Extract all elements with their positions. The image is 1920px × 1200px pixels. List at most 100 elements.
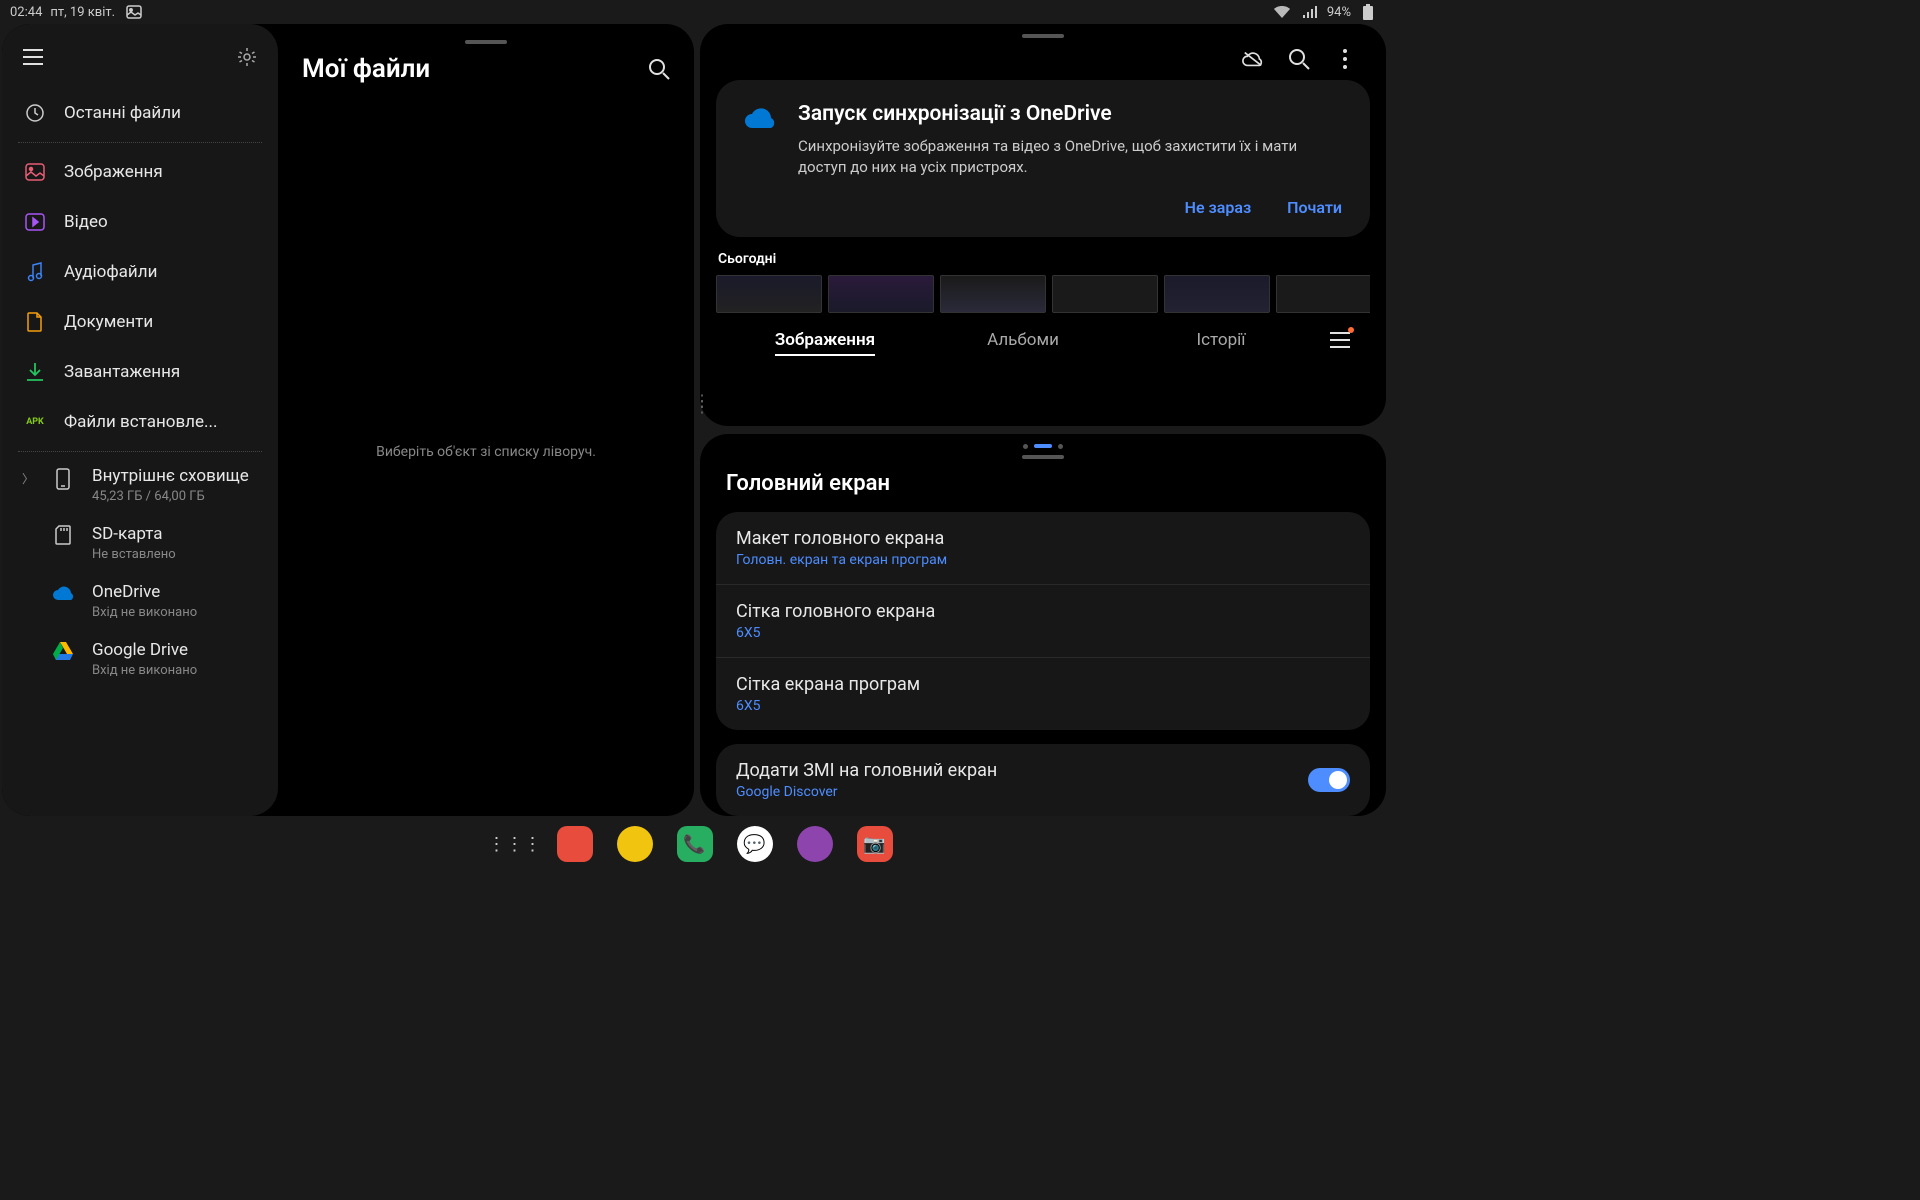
thumbnail[interactable] xyxy=(828,275,934,313)
onedrive-icon xyxy=(744,102,776,134)
settings-app: Головний екран Макет головного екрана Го… xyxy=(700,434,1386,816)
sidebar-audio[interactable]: Аудіофайли xyxy=(2,247,278,297)
dock-app[interactable] xyxy=(617,826,653,862)
sidebar-apk[interactable]: APK Файли встановле... xyxy=(2,397,278,447)
status-bar: 02:44 пт, 19 квіт. 94% xyxy=(0,0,1389,24)
setting-sublabel: 6X5 xyxy=(736,625,935,641)
dock-app[interactable]: 📷 xyxy=(857,826,893,862)
drag-handle[interactable] xyxy=(465,40,507,44)
hamburger-icon[interactable] xyxy=(22,46,44,68)
sidebar-internal-storage[interactable]: 〉 Внутрішнє сховище 45,23 ГБ / 64,00 ГБ xyxy=(2,456,278,514)
gear-icon[interactable] xyxy=(236,46,258,68)
setting-media[interactable]: Додати ЗМІ на головний екран Google Disc… xyxy=(716,744,1370,816)
sd-card-icon xyxy=(52,524,74,546)
files-title: Мої файли xyxy=(302,54,430,84)
sidebar-label: Зображення xyxy=(64,162,163,182)
toggle-switch[interactable] xyxy=(1308,768,1350,792)
divider xyxy=(18,142,262,143)
sidebar-gdrive[interactable]: Google Drive Вхід не виконано xyxy=(2,630,278,688)
image-icon xyxy=(24,161,46,183)
start-button[interactable]: Почати xyxy=(1287,198,1342,217)
phone-icon xyxy=(52,468,74,490)
sidebar-sublabel: Вхід не виконано xyxy=(92,605,197,620)
sidebar-recent[interactable]: Останні файли xyxy=(2,88,278,138)
onedrive-icon xyxy=(52,582,74,604)
setting-sublabel: Головн. екран та екран програм xyxy=(736,552,947,568)
page-indicator xyxy=(716,444,1370,449)
sidebar-sublabel: 45,23 ГБ / 64,00 ГБ xyxy=(92,489,249,504)
not-now-button[interactable]: Не зараз xyxy=(1185,198,1252,217)
hamburger-icon[interactable] xyxy=(1330,329,1350,351)
today-label: Сьогодні xyxy=(718,251,1368,267)
gdrive-icon xyxy=(52,640,74,662)
sidebar-label: Документи xyxy=(64,312,153,332)
download-icon xyxy=(24,361,46,383)
sidebar-label: SD-карта xyxy=(92,524,176,544)
search-icon[interactable] xyxy=(1288,48,1310,70)
sidebar-label: Останні файли xyxy=(64,103,181,123)
sidebar-label: OneDrive xyxy=(92,582,197,602)
tab-albums[interactable]: Альбоми xyxy=(924,330,1122,350)
sidebar-label: Файли встановле... xyxy=(64,412,217,432)
screenshot-icon xyxy=(123,1,145,23)
settings-title: Головний екран xyxy=(716,463,1370,512)
search-icon[interactable] xyxy=(648,58,670,80)
sidebar-video[interactable]: Відео xyxy=(2,197,278,247)
sidebar-documents[interactable]: Документи xyxy=(2,297,278,347)
onedrive-card: Запуск синхронізації з OneDrive Синхроні… xyxy=(716,80,1370,237)
sidebar-label: Аудіофайли xyxy=(64,262,157,282)
resize-handle[interactable]: ⋮⋮ xyxy=(694,398,710,410)
sidebar-onedrive[interactable]: OneDrive Вхід не виконано xyxy=(2,572,278,630)
sidebar-downloads[interactable]: Завантаження xyxy=(2,347,278,397)
sidebar-sd-card[interactable]: SD-карта Не вставлено xyxy=(2,514,278,572)
thumbnail[interactable] xyxy=(716,275,822,313)
status-date: пт, 19 квіт. xyxy=(50,5,115,20)
settings-list: Макет головного екрана Головн. екран та … xyxy=(716,512,1370,730)
apk-icon: APK xyxy=(24,411,46,433)
sidebar-sublabel: Вхід не виконано xyxy=(92,663,197,678)
gallery-tabs: Зображення Альбоми Історії xyxy=(716,313,1370,355)
thumbnail-row xyxy=(716,275,1370,313)
thumbnail[interactable] xyxy=(1052,275,1158,313)
setting-home-grid[interactable]: Сітка головного екрана 6X5 xyxy=(716,585,1370,658)
setting-sublabel: Google Discover xyxy=(736,784,997,800)
dock-app[interactable] xyxy=(557,826,593,862)
sidebar-label: Внутрішнє сховище xyxy=(92,466,249,486)
thumbnail[interactable] xyxy=(1276,275,1370,313)
thumbnail[interactable] xyxy=(1164,275,1270,313)
sidebar-sublabel: Не вставлено xyxy=(92,547,176,562)
empty-message: Виберіть об'єкт зі списку ліворуч. xyxy=(302,104,670,800)
sidebar-images[interactable]: Зображення xyxy=(2,147,278,197)
sidebar-label: Відео xyxy=(64,212,108,232)
clock-icon xyxy=(24,102,46,124)
battery-icon xyxy=(1357,1,1379,23)
setting-apps-grid[interactable]: Сітка екрана програм 6X5 xyxy=(716,658,1370,730)
audio-icon xyxy=(24,261,46,283)
chevron-right-icon: 〉 xyxy=(22,470,34,487)
files-sidebar: Останні файли Зображення Відео Аудіофайл… xyxy=(2,24,278,816)
setting-layout[interactable]: Макет головного екрана Головн. екран та … xyxy=(716,512,1370,585)
status-time: 02:44 xyxy=(10,5,42,20)
sidebar-label: Google Drive xyxy=(92,640,197,660)
tab-images[interactable]: Зображення xyxy=(726,330,924,350)
setting-label: Сітка головного екрана xyxy=(736,601,935,622)
drag-handle[interactable] xyxy=(1022,455,1064,459)
more-icon[interactable] xyxy=(1334,48,1356,70)
setting-sublabel: 6X5 xyxy=(736,698,920,714)
setting-label: Додати ЗМІ на головний екран xyxy=(736,760,997,781)
document-icon xyxy=(24,311,46,333)
divider xyxy=(18,451,262,452)
dock-app[interactable]: 📞 xyxy=(677,826,713,862)
signal-icon xyxy=(1299,1,1321,23)
tab-stories[interactable]: Історії xyxy=(1122,330,1320,350)
files-app: Останні файли Зображення Відео Аудіофайл… xyxy=(2,24,694,816)
onedrive-title: Запуск синхронізації з OneDrive xyxy=(798,102,1342,126)
video-icon xyxy=(24,211,46,233)
dock: ⋮⋮⋮ 📞 💬 📷 xyxy=(0,820,1389,868)
dock-app[interactable] xyxy=(797,826,833,862)
thumbnail[interactable] xyxy=(940,275,1046,313)
dock-app[interactable]: 💬 xyxy=(737,826,773,862)
app-drawer-icon[interactable]: ⋮⋮⋮ xyxy=(497,826,533,862)
setting-label: Сітка екрана програм xyxy=(736,674,920,695)
cloud-off-icon[interactable] xyxy=(1242,48,1264,70)
